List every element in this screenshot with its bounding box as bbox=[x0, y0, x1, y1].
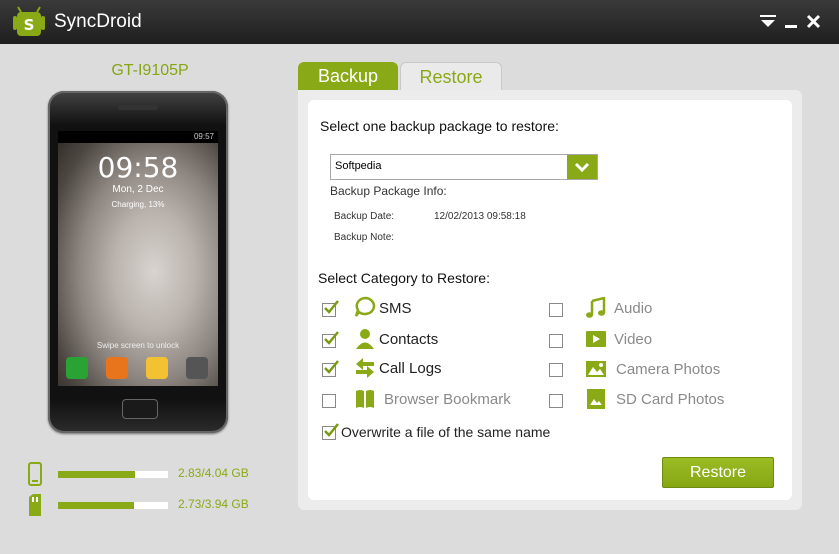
status-clock: 09:57 bbox=[193, 132, 214, 141]
phone-storage-bar bbox=[58, 471, 168, 478]
call-logs-checkbox[interactable] bbox=[322, 360, 339, 377]
contacts-icon bbox=[356, 329, 374, 349]
audio-label: Audio bbox=[614, 300, 653, 317]
video-checkbox[interactable] bbox=[549, 334, 563, 348]
category-heading: Select Category to Restore: bbox=[318, 270, 490, 286]
phone-screen: 09:57 09:58 Mon, 2 Dec Charging, 13% Swi… bbox=[58, 131, 218, 386]
video-label: Video bbox=[614, 331, 653, 348]
sms-label: SMS bbox=[379, 300, 412, 317]
svg-text:S: S bbox=[24, 16, 35, 34]
close-icon[interactable] bbox=[804, 10, 824, 32]
syncdroid-logo-icon: S bbox=[13, 6, 45, 36]
backup-date-value: 12/02/2013 09:58:18 bbox=[434, 211, 526, 222]
sms-icon bbox=[354, 296, 376, 317]
restore-button[interactable]: Restore bbox=[662, 457, 774, 488]
tab-backup[interactable]: Backup bbox=[298, 62, 398, 90]
video-icon bbox=[586, 331, 606, 347]
tab-restore[interactable]: Restore bbox=[400, 62, 502, 91]
contacts-app-icon bbox=[106, 357, 128, 379]
audio-checkbox[interactable] bbox=[549, 303, 563, 317]
restore-card: Select one backup package to restore: So… bbox=[308, 100, 792, 500]
overwrite-label: Overwrite a file of the same name bbox=[341, 424, 551, 440]
lock-screen-date: Mon, 2 Dec bbox=[112, 184, 164, 195]
chevron-down-icon bbox=[574, 162, 590, 173]
contacts-label: Contacts bbox=[379, 331, 439, 348]
sd-storage-label: 2.73/3.94 GB bbox=[178, 497, 249, 511]
phone-image: 09:57 09:58 Mon, 2 Dec Charging, 13% Swi… bbox=[48, 91, 228, 433]
call-logs-icon bbox=[356, 358, 374, 378]
sd-storage-bar bbox=[58, 502, 168, 509]
lock-screen-charging: Charging, 13% bbox=[111, 200, 165, 209]
lock-screen-hint: Swipe screen to unlock bbox=[96, 341, 180, 350]
menu-dropdown-icon[interactable] bbox=[758, 10, 778, 32]
overwrite-checkbox[interactable] bbox=[322, 423, 339, 440]
backup-date-label: Backup Date: bbox=[334, 211, 395, 222]
phone-dock bbox=[58, 353, 218, 383]
phone-speaker bbox=[118, 105, 158, 110]
messages-app-icon bbox=[146, 357, 168, 379]
phone-home-button bbox=[122, 399, 158, 419]
package-info-heading: Backup Package Info: bbox=[330, 184, 447, 198]
phone-storage-row: 2.83/4.04 GB bbox=[26, 462, 276, 486]
camera-photos-label: Camera Photos bbox=[616, 361, 721, 378]
dropdown-arrow-button[interactable] bbox=[567, 155, 597, 179]
audio-icon bbox=[586, 297, 606, 318]
backup-note-label: Backup Note: bbox=[334, 232, 395, 243]
backup-package-select[interactable]: Softpedia bbox=[330, 154, 598, 180]
phone-app-icon bbox=[66, 357, 88, 379]
browser-bookmark-label: Browser Bookmark bbox=[384, 391, 511, 408]
phone-storage-icon bbox=[28, 462, 42, 486]
sd-card-icon bbox=[29, 494, 41, 516]
camera-app-icon bbox=[186, 357, 208, 379]
call-logs-label: Call Logs bbox=[379, 360, 442, 377]
camera-photos-checkbox[interactable] bbox=[549, 363, 563, 377]
minimize-icon[interactable] bbox=[782, 10, 802, 32]
camera-photos-icon bbox=[586, 361, 606, 377]
backup-package-value: Softpedia bbox=[335, 160, 382, 172]
app-title: SyncDroid bbox=[54, 11, 142, 32]
sms-checkbox[interactable] bbox=[322, 300, 339, 317]
phone-status-bar: 09:57 bbox=[58, 131, 218, 143]
browser-bookmark-checkbox[interactable] bbox=[322, 394, 336, 408]
sd-card-photos-label: SD Card Photos bbox=[616, 391, 725, 408]
phone-storage-label: 2.83/4.04 GB bbox=[178, 466, 249, 480]
select-package-heading: Select one backup package to restore: bbox=[320, 118, 559, 134]
lock-screen-time: 09:58 bbox=[97, 151, 179, 184]
contacts-checkbox[interactable] bbox=[322, 331, 339, 348]
title-bar: S SyncDroid bbox=[0, 0, 839, 44]
sd-storage-row: 2.73/3.94 GB bbox=[26, 493, 276, 517]
restore-panel: Select one backup package to restore: So… bbox=[298, 90, 802, 510]
sd-card-photos-checkbox[interactable] bbox=[549, 394, 563, 408]
sd-card-photos-icon bbox=[587, 389, 605, 409]
device-name: GT-I9105P bbox=[111, 62, 189, 79]
bookmark-icon bbox=[356, 390, 374, 408]
